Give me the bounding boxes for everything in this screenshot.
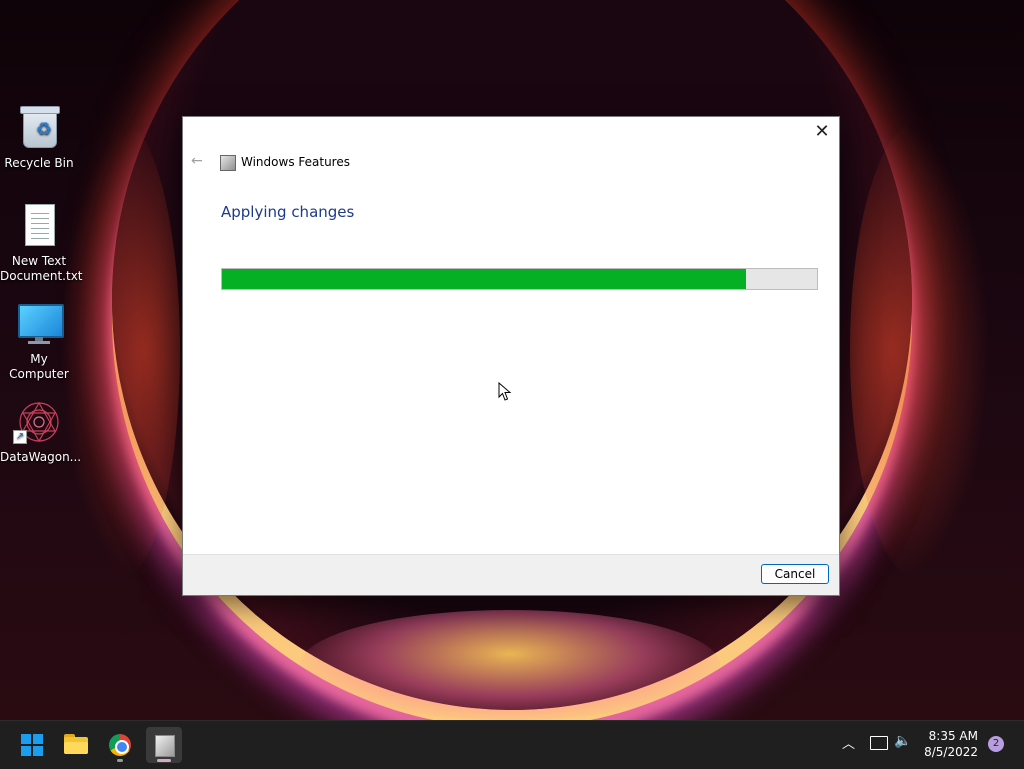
text-document-icon (17, 204, 61, 248)
volume-icon[interactable]: 🔈 (894, 733, 911, 749)
windows-features-dialog: ✕ ← Windows Features Applying changes Ca… (182, 116, 840, 596)
dialog-heading: Applying changes (221, 203, 355, 221)
taskbar-file-explorer[interactable] (58, 727, 94, 763)
progress-bar-fill (222, 269, 746, 289)
datawagon-app-icon: ↗ (13, 400, 61, 444)
windows-logo-icon (21, 734, 43, 756)
start-button[interactable] (14, 727, 50, 763)
taskbar-clock[interactable]: 8:35 AM 8/5/2022 (912, 728, 978, 760)
network-icon[interactable] (870, 736, 888, 750)
dialog-title: Windows Features (241, 155, 350, 169)
desktop-icon-label: DataWagon... (0, 450, 82, 464)
active-indicator (157, 759, 171, 762)
progress-bar (221, 268, 818, 290)
taskbar-windows-features[interactable] (146, 727, 182, 763)
close-icon[interactable]: ✕ (809, 121, 835, 143)
desktop-icon-label: New Text Document.txt (0, 254, 83, 283)
recycle-bin-icon: ♻ (17, 106, 61, 150)
taskbar-chrome[interactable] (102, 727, 138, 763)
clock-time: 8:35 AM (928, 729, 978, 743)
wallpaper-glow-bottom (300, 610, 720, 720)
cancel-button[interactable]: Cancel (761, 564, 829, 584)
desktop-icon-label: My Computer (9, 352, 69, 381)
mouse-pointer-icon (498, 382, 512, 401)
dialog-footer: Cancel (183, 554, 839, 595)
desktop-icon-label: Recycle Bin (4, 156, 74, 170)
clock-date: 8/5/2022 (924, 745, 978, 759)
desktop-icon-new-text-document[interactable]: New Text Document.txt (0, 204, 83, 284)
desktop-icon-recycle-bin[interactable]: ♻ Recycle Bin (0, 106, 78, 171)
desktop-icon-my-computer[interactable]: My Computer (0, 302, 78, 382)
windows-features-icon (220, 155, 236, 171)
desktop-icon-datawagon[interactable]: ↗ DataWagon... (0, 400, 82, 465)
running-indicator (117, 759, 123, 762)
wallpaper-glow-right (850, 120, 990, 580)
wallpaper-glow-left (60, 120, 180, 580)
notification-badge[interactable]: 2 (988, 736, 1004, 752)
shortcut-arrow-icon: ↗ (13, 430, 27, 444)
monitor-icon (17, 302, 64, 346)
back-arrow-icon[interactable]: ← (191, 153, 203, 169)
show-hidden-icons-chevron-icon[interactable]: ︿ (842, 733, 855, 752)
windows-features-icon (155, 735, 175, 757)
